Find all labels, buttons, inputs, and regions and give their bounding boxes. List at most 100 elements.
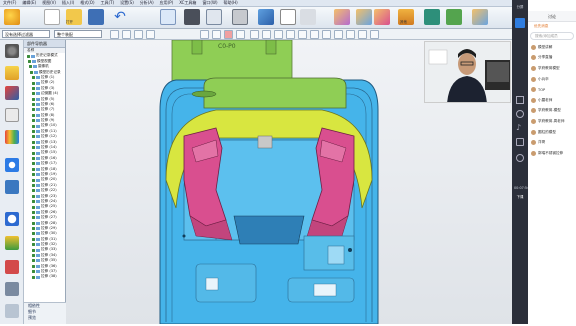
check-icon[interactable] [30, 70, 33, 74]
chat-item[interactable]: 模型讲解 [528, 42, 576, 53]
mic-icon[interactable] [516, 110, 524, 118]
chat-item[interactable]: 小蘑老师 [528, 95, 576, 106]
check-icon[interactable] [32, 210, 35, 214]
check-icon[interactable] [32, 237, 35, 241]
chat-item[interactable]: 学府教育模型 [528, 63, 576, 74]
undo-icon[interactable]: ↶ [112, 9, 128, 25]
menu-xc-toolbox[interactable]: XC工具箱 [179, 0, 196, 6]
check-icon[interactable] [32, 135, 35, 139]
end-point-icon[interactable] [212, 30, 221, 39]
menu-window[interactable]: 窗口(W) [202, 0, 217, 6]
check-icon[interactable] [28, 59, 31, 63]
check-icon[interactable] [32, 162, 35, 166]
snap-point-icon[interactable] [200, 30, 209, 39]
point-on-face-icon[interactable] [334, 30, 343, 39]
menu-application[interactable]: 应用(P) [160, 0, 174, 6]
check-icon[interactable] [32, 264, 35, 268]
check-icon[interactable] [32, 108, 35, 112]
check-icon[interactable] [32, 194, 35, 198]
menu-analysis[interactable]: 分析(A) [140, 0, 154, 6]
measure-icon[interactable] [370, 30, 379, 39]
check-icon[interactable] [32, 270, 35, 274]
check-icon[interactable] [32, 232, 35, 236]
check-icon[interactable] [32, 243, 35, 247]
check-icon[interactable] [32, 167, 35, 171]
check-icon[interactable] [27, 54, 30, 58]
constraint-nav-icon[interactable] [5, 86, 19, 100]
check-icon[interactable] [32, 227, 35, 231]
target-icon[interactable] [134, 30, 143, 39]
cube-icon[interactable] [334, 9, 350, 25]
chat-item[interactable]: 洋哥 [528, 137, 576, 148]
check-icon[interactable] [32, 130, 35, 134]
menu-help[interactable]: 帮助(H) [224, 0, 238, 6]
check-icon[interactable] [32, 178, 35, 182]
start-icon[interactable] [4, 9, 20, 25]
tools-icon[interactable] [5, 304, 19, 318]
chat-item[interactable]: 圆柱的模型 [528, 127, 576, 138]
point-on-curve-icon[interactable] [322, 30, 331, 39]
menu-tools[interactable]: 工具(T) [101, 0, 115, 6]
analysis-icon[interactable] [472, 9, 488, 25]
chat-item[interactable]: TOP [528, 84, 576, 95]
menu-edit[interactable]: 编辑(E) [22, 0, 36, 6]
settings-live-icon[interactable] [516, 154, 524, 162]
select-icon[interactable] [160, 9, 176, 25]
check-icon[interactable] [29, 65, 32, 69]
chat-item[interactable]: 学府教育-模型 [528, 106, 576, 117]
menu-view[interactable]: 视图(V) [42, 0, 56, 6]
quadrant-icon[interactable] [298, 30, 307, 39]
assembly-nav-icon[interactable] [5, 66, 19, 80]
box-icon[interactable] [356, 9, 372, 25]
system-scenes-icon[interactable] [5, 282, 19, 296]
menu-settings[interactable]: 设置(S) [120, 0, 134, 6]
chat-item[interactable]: 分享直播 [528, 53, 576, 64]
check-icon[interactable] [32, 259, 35, 263]
tab-priority[interactable]: 优先消息 [528, 22, 576, 31]
reuse-library-icon[interactable] [5, 130, 19, 144]
check-icon[interactable] [32, 113, 35, 117]
check-icon[interactable] [32, 173, 35, 177]
menu-format[interactable]: 格式(O) [80, 0, 94, 6]
layer-icon[interactable] [280, 9, 296, 25]
check-icon[interactable] [32, 200, 35, 204]
music-icon[interactable]: ♪ [516, 124, 524, 132]
clock-icon[interactable] [5, 212, 19, 226]
check-icon[interactable] [32, 86, 35, 90]
tree-item[interactable]: 拉伸 (38) [24, 274, 65, 279]
web-browser-icon[interactable] [5, 158, 19, 172]
check-icon[interactable] [32, 275, 35, 279]
surface-icon[interactable] [424, 9, 440, 25]
lasso-icon[interactable] [122, 30, 131, 39]
bounded-grid-icon[interactable] [346, 30, 355, 39]
menu-insert[interactable]: 插入(I) [62, 0, 74, 6]
color-icon[interactable] [224, 30, 233, 39]
sync-icon[interactable] [446, 9, 462, 25]
view-icon[interactable] [206, 9, 222, 25]
view-point-icon[interactable] [236, 30, 245, 39]
member-search-input[interactable]: 搜索/添加成员 [530, 32, 574, 40]
shade-icon[interactable] [232, 9, 248, 25]
check-icon[interactable] [32, 254, 35, 258]
chat-item[interactable]: 学府教育-周老师 [528, 116, 576, 127]
split-screen-button[interactable]: 分屏 [514, 4, 526, 9]
control-point-icon[interactable] [262, 30, 271, 39]
crosshair-icon[interactable] [146, 30, 155, 39]
check-icon[interactable] [32, 248, 35, 252]
check-icon[interactable] [32, 216, 35, 220]
camera-icon[interactable] [516, 96, 524, 104]
midpoint-icon[interactable] [250, 30, 259, 39]
selection-icon[interactable] [110, 30, 119, 39]
grid-icon[interactable] [358, 30, 367, 39]
check-icon[interactable] [32, 119, 35, 123]
check-icon[interactable] [32, 183, 35, 187]
save-icon[interactable] [88, 9, 104, 25]
process-studio-icon[interactable] [5, 236, 19, 250]
intersection-icon[interactable] [274, 30, 283, 39]
preview-panel[interactable]: 预览 [24, 315, 66, 321]
check-icon[interactable] [32, 76, 35, 80]
screen-share-icon[interactable] [515, 18, 525, 28]
existing-point-icon[interactable] [310, 30, 319, 39]
check-icon[interactable] [32, 140, 35, 144]
check-icon[interactable] [32, 92, 35, 96]
